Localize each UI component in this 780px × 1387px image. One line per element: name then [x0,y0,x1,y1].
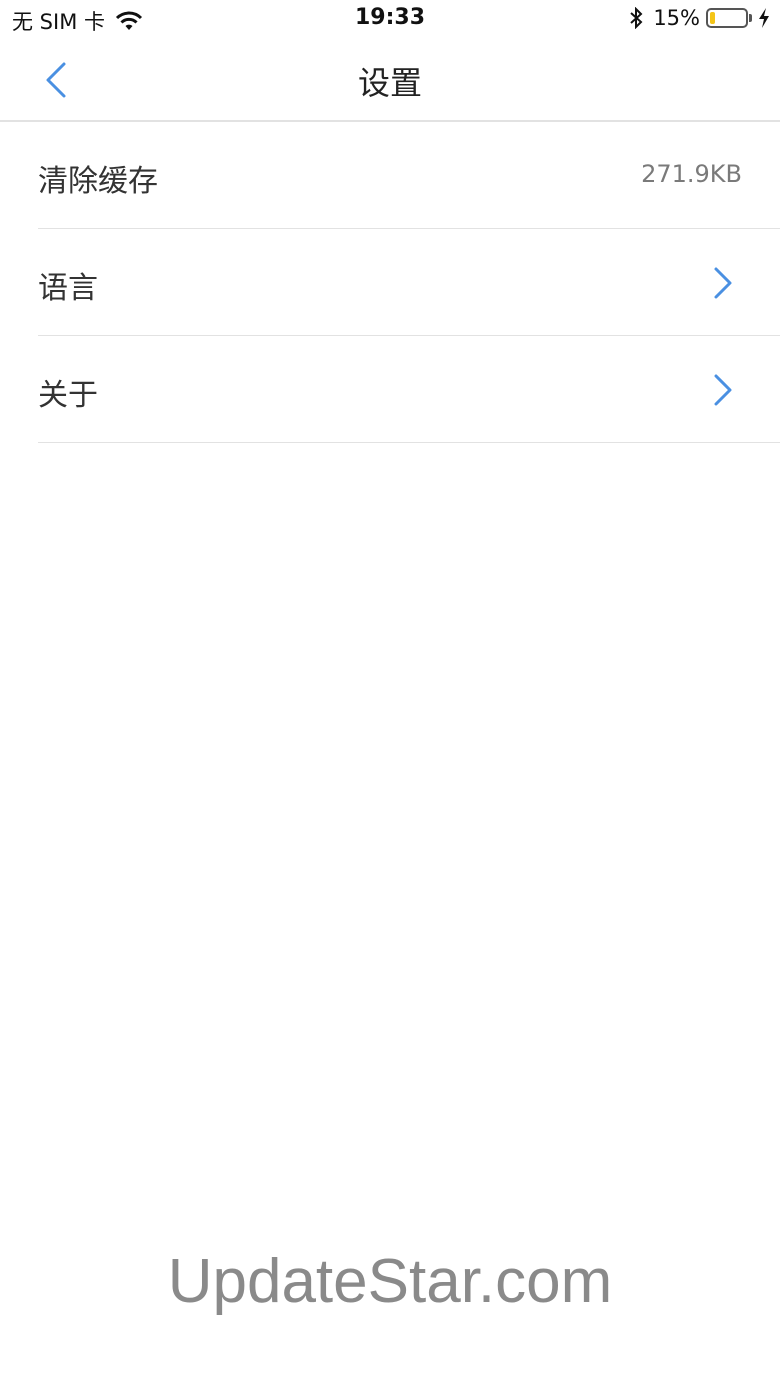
nav-bar: 设置 [0,40,780,122]
language-label: 语言 [38,271,98,306]
about-item[interactable]: 关于 [38,336,780,443]
page-title: 设置 [357,64,422,102]
chevron-right-icon [714,267,732,299]
language-item[interactable]: 语言 [38,229,780,336]
status-bar: 无 SIM 卡 19:33 15% [0,0,780,40]
cache-size-value: 271.9KB [641,160,742,188]
watermark: UpdateStar.com [167,1247,613,1316]
bluetooth-icon [630,7,643,29]
clear-cache-label: 清除缓存 [38,164,158,199]
battery-icon [706,8,748,28]
status-right: 15% [629,6,770,30]
about-label: 关于 [38,378,98,413]
battery-nub [749,14,752,22]
chevron-right-icon [714,374,732,406]
charging-bolt-icon [759,8,769,28]
clear-cache-item[interactable]: 清除缓存 271.9KB [38,122,780,229]
battery-level-fill [710,12,715,24]
settings-list: 清除缓存 271.9KB 语言 关于 [38,122,780,443]
battery-percent: 15% [653,6,700,30]
